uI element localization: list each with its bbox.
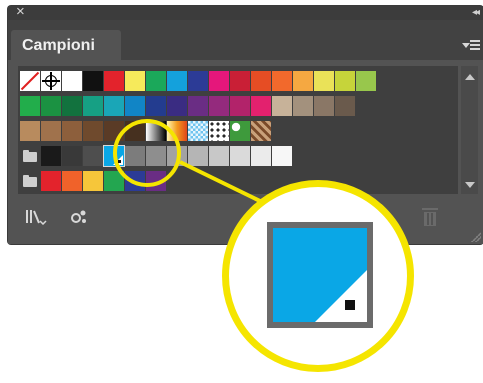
tab-row: Campioni	[8, 20, 483, 60]
swatch-group-folder-icon[interactable]	[20, 146, 40, 166]
swatch-color[interactable]	[41, 146, 61, 166]
highlight-circle-small	[113, 119, 181, 187]
swatch-color[interactable]	[104, 71, 124, 91]
swatch-pattern-blue[interactable]	[188, 121, 208, 141]
swatch-color[interactable]	[62, 96, 82, 116]
swatch-color[interactable]	[62, 121, 82, 141]
swatch-none[interactable]	[20, 71, 40, 91]
swatch-color[interactable]	[146, 71, 166, 91]
swatch-color[interactable]	[146, 96, 166, 116]
close-icon[interactable]: ×	[16, 3, 25, 21]
swatches-panel: × ◂◂ Campioni	[8, 3, 483, 244]
swatch-color[interactable]	[188, 146, 208, 166]
swatch-color[interactable]	[20, 96, 40, 116]
swatch-color[interactable]	[125, 71, 145, 91]
scroll-up-icon[interactable]	[465, 74, 475, 80]
swatch-color[interactable]	[272, 96, 292, 116]
swatch-color[interactable]	[41, 171, 61, 191]
swatch-color[interactable]	[188, 96, 208, 116]
swatch-color[interactable]	[314, 96, 334, 116]
collapse-icon[interactable]: ◂◂	[472, 7, 480, 19]
swatch-color[interactable]	[125, 96, 145, 116]
swatch-grid	[18, 66, 458, 194]
swatch-color[interactable]	[230, 71, 250, 91]
swatch-registration-icon[interactable]	[41, 71, 61, 91]
swatch-color[interactable]	[62, 171, 82, 191]
swatch-color[interactable]	[209, 146, 229, 166]
swatch-color[interactable]	[251, 71, 271, 91]
swatch-color[interactable]	[293, 71, 313, 91]
swatch-color[interactable]	[167, 71, 187, 91]
swatch-color[interactable]	[83, 121, 103, 141]
process-color-swatch-icon	[267, 222, 373, 328]
swatch-group-folder-icon[interactable]	[20, 171, 40, 191]
tab-campioni[interactable]: Campioni	[11, 30, 121, 60]
swatch-color[interactable]	[41, 96, 61, 116]
swatch-library-menu-icon[interactable]	[25, 209, 47, 229]
swatch-color[interactable]	[83, 71, 103, 91]
swatch-color[interactable]	[272, 71, 292, 91]
swatch-color[interactable]	[251, 96, 271, 116]
panel-menu-icon[interactable]	[461, 37, 481, 55]
swatch-color[interactable]	[335, 71, 355, 91]
swatch-color[interactable]	[83, 146, 103, 166]
swatch-color[interactable]	[188, 71, 208, 91]
swatch-color[interactable]	[83, 96, 103, 116]
swatch-color[interactable]	[62, 146, 82, 166]
swatch-color[interactable]	[209, 71, 229, 91]
swatch-color[interactable]	[356, 71, 376, 91]
swatch-color[interactable]	[293, 96, 313, 116]
resize-grip-icon[interactable]	[471, 232, 481, 242]
panel-titlebar: × ◂◂	[8, 3, 483, 21]
delete-swatch-icon[interactable]	[421, 206, 439, 228]
swatch-color[interactable]	[104, 96, 124, 116]
show-swatch-kinds-icon[interactable]	[70, 209, 88, 229]
swatch-color[interactable]	[272, 146, 292, 166]
scrollbar[interactable]	[461, 66, 478, 194]
swatch-color[interactable]	[83, 171, 103, 191]
swatch-pattern-circles[interactable]	[209, 121, 229, 141]
swatch-color[interactable]	[167, 96, 187, 116]
swatch-color[interactable]	[209, 96, 229, 116]
swatch-pattern-green[interactable]	[230, 121, 250, 141]
swatch-pattern-brown[interactable]	[251, 121, 271, 141]
swatch-color[interactable]	[335, 96, 355, 116]
swatch-color[interactable]	[314, 71, 334, 91]
swatch-color[interactable]	[20, 121, 40, 141]
swatch-color[interactable]	[230, 96, 250, 116]
scroll-down-icon[interactable]	[465, 182, 475, 188]
swatch-color[interactable]	[251, 146, 271, 166]
swatch-color[interactable]	[62, 71, 82, 91]
swatch-color[interactable]	[230, 146, 250, 166]
swatch-color[interactable]	[41, 121, 61, 141]
